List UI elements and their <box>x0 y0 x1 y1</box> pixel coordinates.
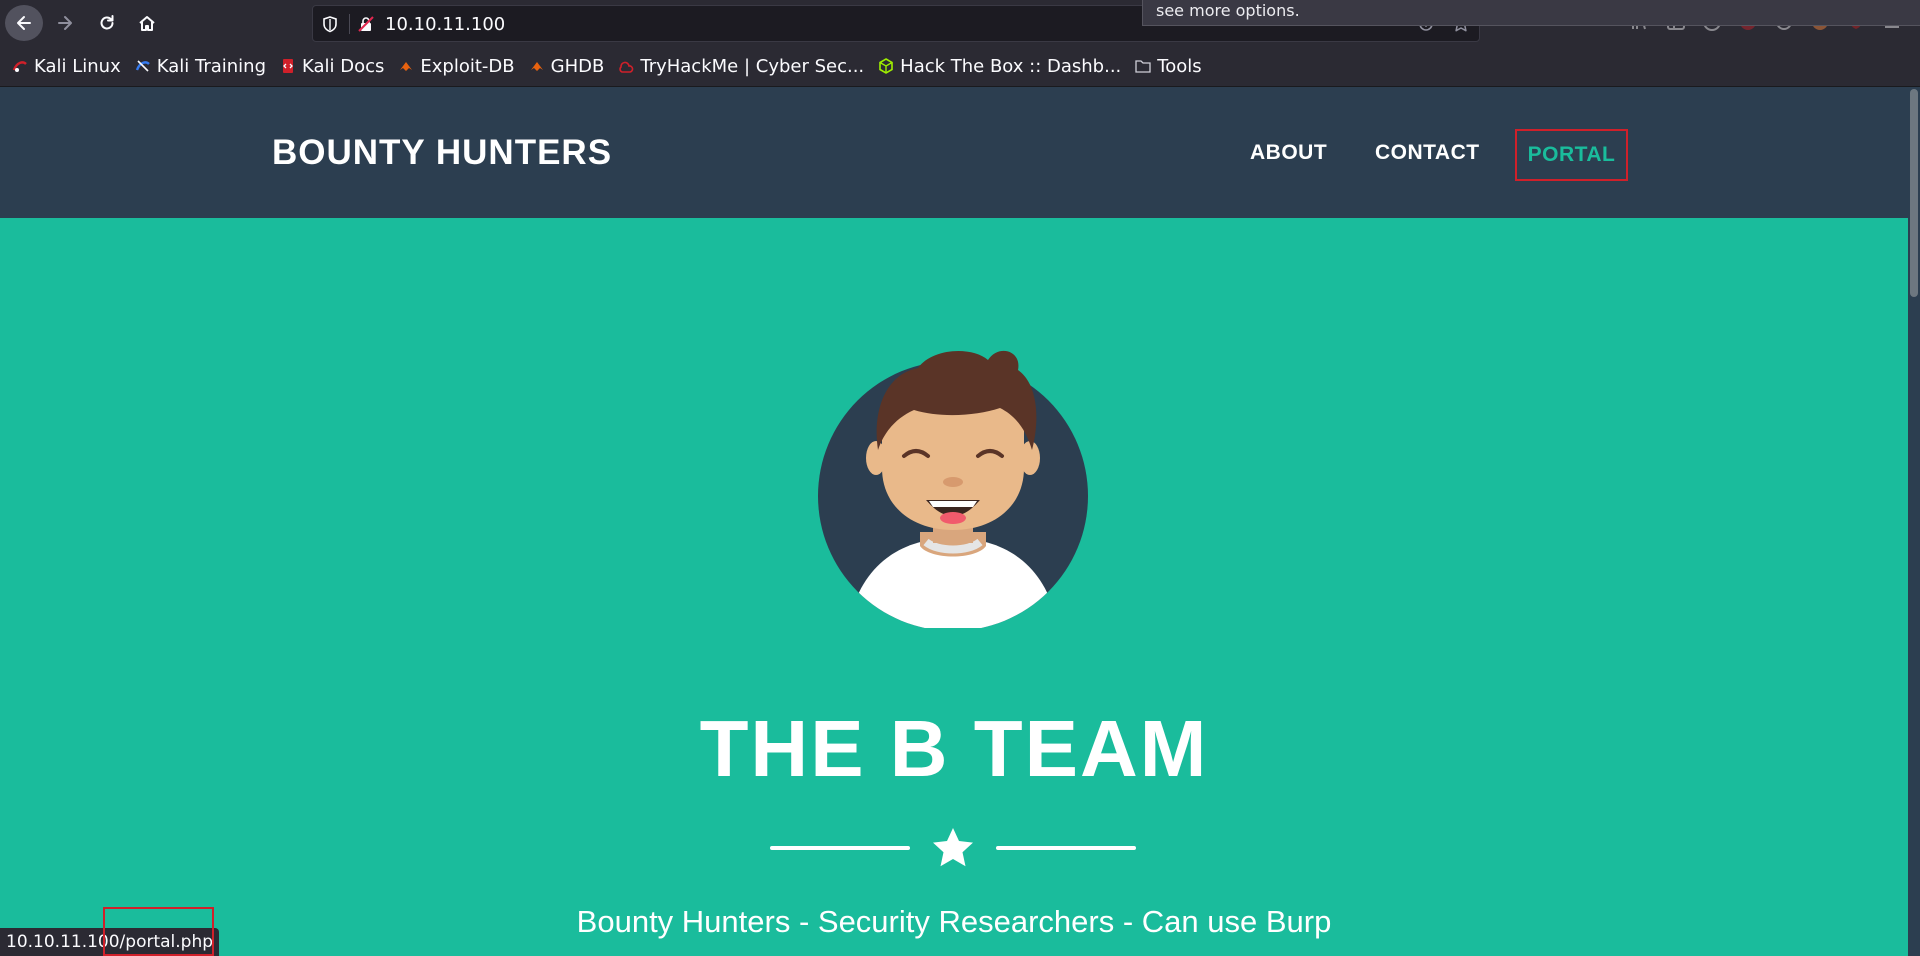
nav-contact-link[interactable]: CONTACT <box>1375 141 1480 165</box>
insecure-lock-icon[interactable] <box>357 15 375 33</box>
divider-line <box>996 846 1136 850</box>
forward-button[interactable] <box>46 5 84 41</box>
toolbar-tooltip: see more options. <box>1142 0 1920 26</box>
bookmark-kali-docs[interactable]: Kali Docs <box>280 56 384 77</box>
bookmark-label: GHDB <box>550 55 605 77</box>
bookmark-folder-tools[interactable]: Tools <box>1135 55 1202 77</box>
urlbar-separator <box>349 14 350 34</box>
tracking-shield-icon[interactable] <box>321 15 339 33</box>
exploit-db-icon <box>400 62 413 71</box>
bookmark-label: TryHackMe | Cyber Sec... <box>640 55 865 77</box>
tryhackme-icon <box>619 61 634 73</box>
nav-about-link[interactable]: ABOUT <box>1250 141 1327 165</box>
bookmark-exploit-db[interactable]: Exploit-DB <box>398 55 515 77</box>
page-scrollbar[interactable] <box>1908 87 1920 956</box>
hero-section: THE B TEAM Bounty Hunters - Security Res… <box>0 218 1908 956</box>
bookmark-kali-linux[interactable]: Kali Linux <box>12 56 121 77</box>
site-brand[interactable]: BOUNTY HUNTERS <box>272 133 612 173</box>
kali-icon <box>12 61 27 72</box>
hero-title: THE B TEAM <box>699 704 1209 793</box>
star-icon <box>933 828 973 867</box>
star-divider <box>770 823 1136 873</box>
bookmark-label: Kali Training <box>156 55 267 77</box>
bookmark-label: Exploit-DB <box>420 55 515 77</box>
bookmark-hackthebox[interactable]: Hack The Box :: Dashb... <box>878 56 1121 77</box>
kali-training-icon <box>135 60 150 72</box>
bookmark-label: Tools <box>1157 55 1202 77</box>
arrow-right-icon <box>58 16 72 30</box>
browser-toolbar: 10.10.11.100 ··· see more options. <box>0 0 1920 46</box>
back-button[interactable] <box>5 5 43 41</box>
bookmark-ghdb[interactable]: GHDB <box>529 55 605 77</box>
bookmark-label: Kali Linux <box>34 55 121 77</box>
hackthebox-icon <box>879 58 893 74</box>
nav-portal-label: PORTAL <box>1527 143 1616 166</box>
hero-tagline: Bounty Hunters - Security Researchers - … <box>576 904 1332 939</box>
divider-line <box>770 846 910 850</box>
bookmark-tryhackme[interactable]: TryHackMe | Cyber Sec... <box>618 56 864 77</box>
home-icon <box>139 16 155 31</box>
bookmark-label: Kali Docs <box>302 55 385 77</box>
bookmark-label: Hack The Box :: Dashb... <box>900 55 1122 77</box>
reload-button[interactable] <box>88 5 126 41</box>
scrollbar-thumb[interactable] <box>1910 89 1918 297</box>
bookmarks-bar: Kali Linux Kali Training Kali Docs Explo… <box>0 46 1920 87</box>
site-navbar: BOUNTY HUNTERS ABOUT CONTACT PORTAL <box>0 87 1908 218</box>
reload-icon <box>100 15 114 30</box>
arrow-left-icon <box>17 16 31 30</box>
nav-portal-link[interactable]: PORTAL <box>1515 129 1628 181</box>
status-highlight-box <box>103 907 214 956</box>
avatar-illustration <box>818 350 1088 628</box>
bookmark-kali-training[interactable]: Kali Training <box>135 56 266 77</box>
home-button[interactable] <box>128 5 166 41</box>
folder-icon <box>1135 60 1151 73</box>
kali-docs-icon <box>283 59 294 73</box>
ghdb-icon <box>530 62 543 71</box>
url-text[interactable]: 10.10.11.100 <box>385 14 505 35</box>
